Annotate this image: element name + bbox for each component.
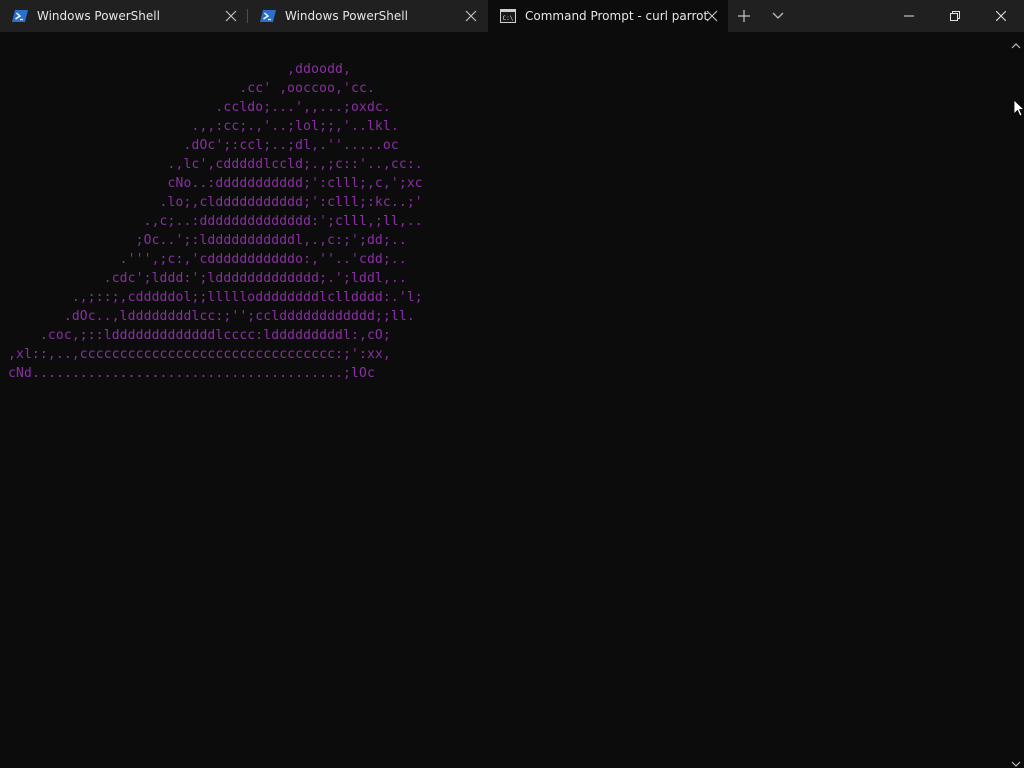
title-bar: Windows PowerShell Windows PowerShell C:… <box>0 0 1024 32</box>
close-icon <box>996 11 1006 21</box>
tab-close-icon[interactable] <box>461 6 481 26</box>
tab-command-prompt[interactable]: C:\ Command Prompt - curl parrot <box>488 0 728 32</box>
vertical-scrollbar[interactable] <box>1008 32 1024 768</box>
mouse-pointer-icon <box>1013 99 1024 118</box>
tab-label: Windows PowerShell <box>285 9 408 23</box>
parrot-ascii-art: ,ddoodd, .cc' ,ooccoo,'cc. .ccldo;...',,… <box>8 62 423 381</box>
chevron-down-icon <box>766 0 790 32</box>
terminal-window: Windows PowerShell Windows PowerShell C:… <box>0 0 1024 768</box>
tab-close-icon[interactable] <box>221 6 241 26</box>
tab-dropdown-button[interactable] <box>766 0 790 32</box>
powershell-icon <box>12 9 28 23</box>
tab-windows-powershell-2[interactable]: Windows PowerShell <box>248 0 487 32</box>
svg-text:C:\: C:\ <box>503 15 514 22</box>
tab-windows-powershell-1[interactable]: Windows PowerShell <box>0 0 247 32</box>
tab-close-icon[interactable] <box>702 6 722 26</box>
close-button[interactable] <box>978 0 1024 32</box>
minimize-icon <box>904 15 914 17</box>
scroll-down-arrow-icon[interactable] <box>1011 754 1021 767</box>
scroll-up-arrow-icon[interactable] <box>1011 36 1021 49</box>
minimize-button[interactable] <box>886 0 932 32</box>
plus-icon <box>732 0 756 32</box>
restore-button[interactable] <box>932 0 978 32</box>
tab-label: Windows PowerShell <box>37 9 160 23</box>
new-tab-button[interactable] <box>732 0 756 32</box>
tab-label: Command Prompt - curl parrot <box>525 9 709 23</box>
cmd-icon: C:\ <box>500 9 516 23</box>
powershell-icon <box>260 9 276 23</box>
terminal-output-area[interactable]: ,ddoodd, .cc' ,ooccoo,'cc. .ccldo;...',,… <box>0 32 1008 768</box>
restore-icon <box>950 11 960 21</box>
